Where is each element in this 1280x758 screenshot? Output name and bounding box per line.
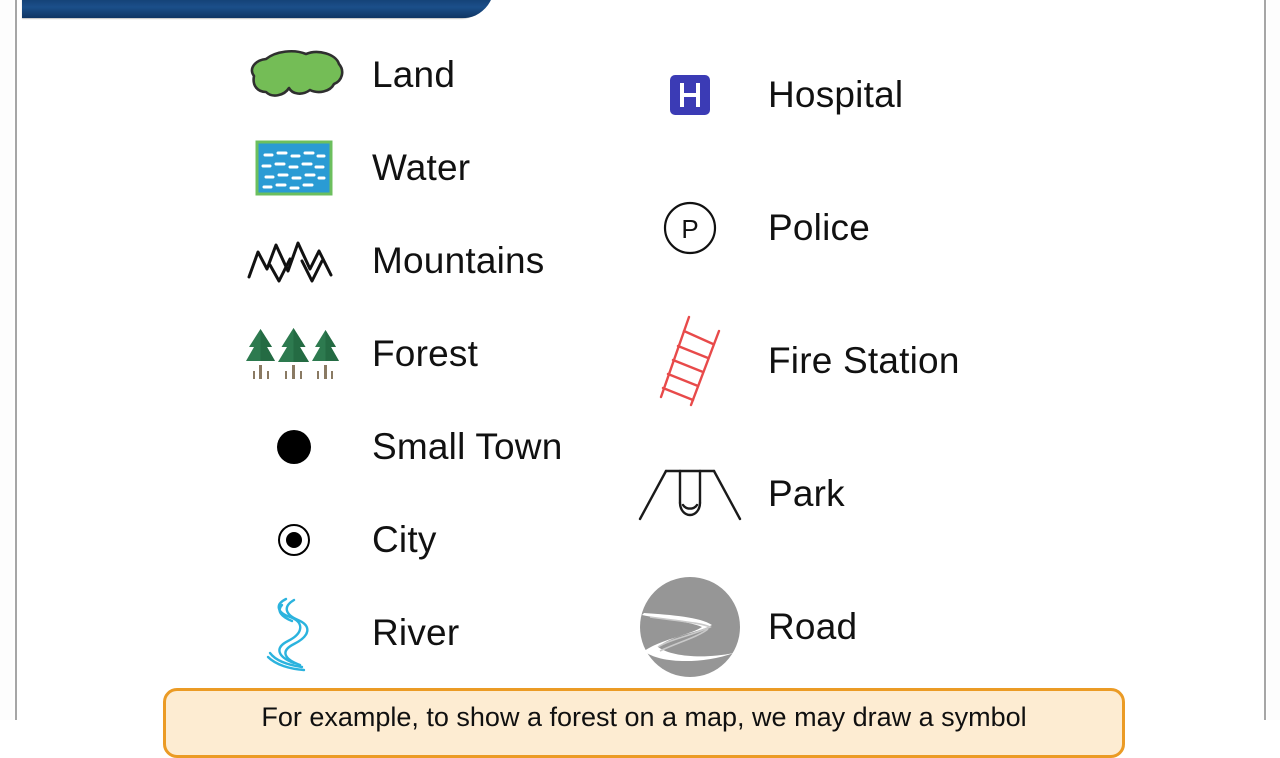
legend-right-column: Hospital P Police Fire Station Park Road: [636, 28, 1116, 693]
legend-left-column: Land Water Mountains Forest Small Town C…: [240, 28, 640, 679]
title-banner: [22, 0, 480, 18]
svg-text:P: P: [681, 214, 698, 244]
legend-label-forest: Forest: [372, 332, 479, 374]
page-left-border: [15, 0, 17, 720]
legend-label-water: Water: [372, 146, 471, 188]
legend-label-fire-station: Fire Station: [768, 339, 960, 381]
legend-item-land: Land: [240, 28, 640, 121]
legend-label-road: Road: [768, 605, 858, 647]
water-swatch-icon: [240, 139, 348, 197]
legend-item-fire-station: Fire Station: [636, 294, 1116, 427]
legend-label-mountains: Mountains: [372, 239, 545, 281]
legend-label-hospital: Hospital: [768, 73, 904, 115]
example-callout-text: For example, to show a forest on a map, …: [261, 702, 1027, 732]
fire-ladder-icon: [636, 313, 744, 409]
legend-item-police: P Police: [636, 161, 1116, 294]
page-left-gutter: [0, 0, 13, 720]
legend-item-road: Road: [636, 560, 1116, 693]
police-p-circle-icon: P: [636, 199, 744, 257]
filled-circle-icon: [240, 425, 348, 469]
legend-item-forest: Forest: [240, 307, 640, 400]
legend-item-park: Park: [636, 427, 1116, 560]
land-blob-icon: [240, 46, 348, 104]
park-swing-icon: [636, 463, 744, 525]
legend-label-park: Park: [768, 472, 845, 514]
page-right-gutter: [1267, 0, 1280, 720]
river-lines-icon: [240, 595, 348, 671]
legend-label-small-town: Small Town: [372, 425, 563, 467]
example-callout-box: For example, to show a forest on a map, …: [163, 688, 1125, 758]
page-right-border: [1264, 0, 1266, 720]
mountains-zigzag-icon: [240, 235, 348, 287]
legend-label-police: Police: [768, 206, 870, 248]
forest-trees-icon: [240, 327, 348, 381]
map-legend: Land Water Mountains Forest Small Town C…: [18, 28, 1262, 677]
ringed-dot-icon: [240, 518, 348, 562]
legend-label-land: Land: [372, 53, 456, 95]
legend-label-city: City: [372, 518, 437, 560]
legend-item-river: River: [240, 586, 640, 679]
road-circle-icon: [636, 575, 744, 679]
legend-item-city: City: [240, 493, 640, 586]
legend-item-mountains: Mountains: [240, 214, 640, 307]
document-page: Land Water Mountains Forest Small Town C…: [0, 0, 1280, 758]
legend-item-water: Water: [240, 121, 640, 214]
legend-label-river: River: [372, 611, 460, 653]
legend-item-small-town: Small Town: [240, 400, 640, 493]
legend-item-hospital: Hospital: [636, 28, 1116, 161]
hospital-h-icon: [636, 71, 744, 119]
